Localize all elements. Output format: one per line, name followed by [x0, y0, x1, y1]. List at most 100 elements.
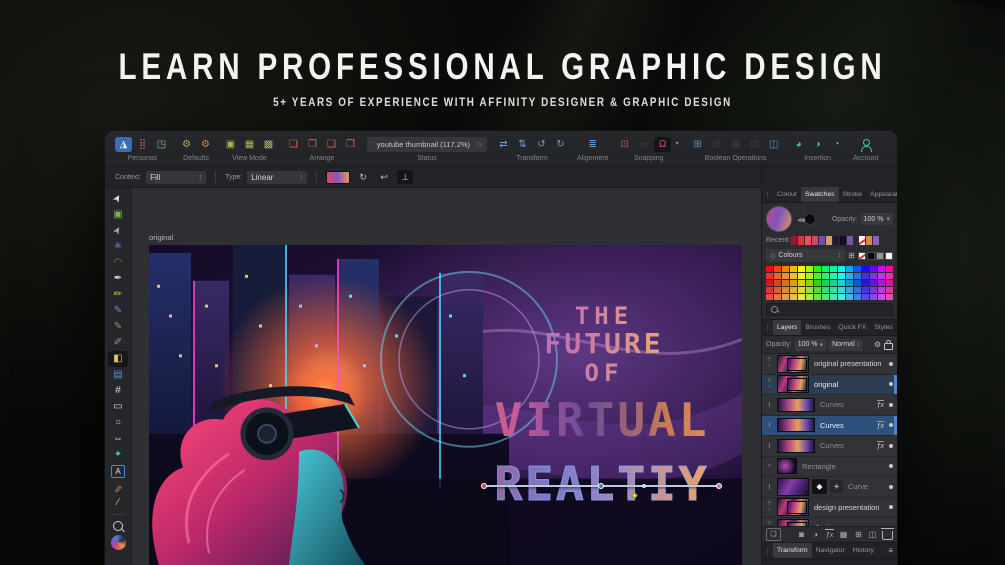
- boolean-intersect-icon[interactable]: ⊠: [727, 137, 744, 152]
- palette-swatch[interactable]: [814, 293, 821, 300]
- artboard-heading-text[interactable]: THE FUTURE OF: [479, 303, 729, 387]
- edit-all-layers-icon[interactable]: ❏: [766, 528, 781, 541]
- palette-swatch[interactable]: [854, 293, 861, 300]
- expander-icon[interactable]: ›: [769, 384, 771, 390]
- recent-swatch[interactable]: [812, 236, 819, 245]
- layer-drag-handle[interactable]: ⠿›: [764, 378, 775, 390]
- layers-tab-styles[interactable]: Styles: [870, 320, 897, 335]
- paint-mixer-brush-tool[interactable]: ✐: [108, 335, 128, 351]
- flip-vertical-icon[interactable]: ⇅: [514, 137, 531, 152]
- palette-swatch[interactable]: [766, 286, 773, 293]
- insert-behind-icon[interactable]: ◕: [790, 137, 807, 152]
- reverse-gradient-icon[interactable]: ↩: [376, 170, 392, 184]
- bottom-menu-icon[interactable]: ≡: [884, 543, 897, 558]
- gradient-type-dropdown[interactable]: Linear ↕: [247, 170, 308, 184]
- text-tool[interactable]: A: [108, 463, 128, 479]
- gradient-stop-tick[interactable]: [642, 483, 646, 488]
- corner-tool[interactable]: ◠: [108, 255, 128, 271]
- layer-drag-handle[interactable]: ⠿›: [764, 358, 775, 370]
- gradient-mid-handle[interactable]: [598, 482, 604, 489]
- palette-swatch[interactable]: [854, 286, 861, 293]
- artboard[interactable]: THE FUTURE OF VIRTUAL REALTIY: [149, 245, 742, 565]
- palette-swatch[interactable]: [790, 286, 797, 293]
- palette-swatch[interactable]: [814, 286, 821, 293]
- recent-swatch[interactable]: [866, 236, 873, 245]
- export-persona-icon[interactable]: ◳: [153, 137, 170, 152]
- palette-swatch[interactable]: [806, 293, 813, 300]
- palette-swatch[interactable]: [806, 279, 813, 286]
- swatches-tab-swatches[interactable]: Swatches: [801, 187, 839, 202]
- measure-tool[interactable]: ∕: [108, 495, 128, 511]
- layer-row-original[interactable]: ⠿ › original: [762, 374, 897, 395]
- move-tool[interactable]: ➤: [108, 191, 128, 207]
- palette-swatch[interactable]: [878, 293, 885, 300]
- move-to-front-icon[interactable]: ❏: [285, 137, 302, 152]
- layer-visibility-dot[interactable]: [889, 382, 893, 387]
- swatch-none[interactable]: [859, 236, 866, 245]
- layer-row-curves[interactable]: ≀ Curves ƒx: [762, 395, 897, 416]
- mask-layer-icon[interactable]: ◙: [797, 529, 806, 540]
- boolean-add-icon[interactable]: ⊞: [689, 137, 706, 152]
- pixel-persona-icon[interactable]: ⣿: [134, 137, 151, 152]
- palette-swatch[interactable]: [774, 279, 781, 286]
- recent-swatch[interactable]: [791, 236, 798, 245]
- layer-visibility-dot[interactable]: [889, 423, 893, 428]
- chevron-down-icon[interactable]: ▾: [673, 137, 681, 152]
- layers-tab-layers[interactable]: Layers: [773, 320, 802, 335]
- palette-swatch[interactable]: [798, 279, 805, 286]
- palette-swatch[interactable]: [806, 286, 813, 293]
- recent-swatch[interactable]: [873, 236, 880, 245]
- swatches-tab-colour[interactable]: Colour: [773, 187, 801, 202]
- delete-layer-icon[interactable]: [881, 528, 894, 540]
- palette-swatch[interactable]: [798, 286, 805, 293]
- palette-swatch[interactable]: [870, 265, 877, 272]
- palette-swatch[interactable]: [846, 265, 853, 272]
- layer-drag-handle[interactable]: ⠿›: [764, 501, 775, 513]
- layer-visibility-dot[interactable]: [889, 443, 893, 448]
- rotate-gradient-icon[interactable]: ↻: [355, 170, 371, 184]
- palette-swatch[interactable]: [806, 272, 813, 279]
- recent-swatch[interactable]: [819, 236, 826, 245]
- layer-visibility-dot[interactable]: [889, 464, 893, 469]
- recent-swatch[interactable]: [798, 236, 805, 245]
- palette-swatch[interactable]: [854, 279, 861, 286]
- palette-swatch[interactable]: [846, 272, 853, 279]
- palette-swatch[interactable]: [798, 265, 805, 272]
- pixel-view-icon[interactable]: ▦: [241, 137, 258, 152]
- palette-swatch[interactable]: [878, 279, 885, 286]
- add-layer-icon[interactable]: ⊞: [854, 529, 863, 540]
- shape-tool[interactable]: ✦: [108, 447, 128, 463]
- rotate-anticlockwise-icon[interactable]: ↺: [533, 137, 550, 152]
- palette-swatch[interactable]: [878, 286, 885, 293]
- palette-swatch[interactable]: [878, 272, 885, 279]
- preset-favourite-icon[interactable]: ☆: [476, 140, 483, 149]
- layer-row-curves[interactable]: ≀ Curves ƒx: [762, 415, 897, 436]
- layer-drag-handle[interactable]: ▫: [764, 462, 775, 470]
- palette-swatch[interactable]: [854, 272, 861, 279]
- artboard-tool[interactable]: ▣: [108, 207, 128, 223]
- snapping-presets-icon[interactable]: ⊡: [616, 137, 633, 152]
- crop-tool[interactable]: #: [108, 383, 128, 399]
- palette-swatch[interactable]: [774, 272, 781, 279]
- layer-fx-badge[interactable]: ƒx: [876, 420, 884, 430]
- context-dropdown[interactable]: Fill ↕: [146, 170, 207, 184]
- palette-swatch[interactable]: [766, 279, 773, 286]
- maintain-aspect-icon[interactable]: ⊥: [397, 170, 414, 184]
- status-preset-dropdown[interactable]: youtube thumbnail (117.2%) ☆: [367, 137, 487, 152]
- palette-swatch[interactable]: [822, 272, 829, 279]
- palette-swatch[interactable]: [862, 265, 869, 272]
- layer-row-design-presentation[interactable]: ⠿ › design presentation: [762, 497, 897, 518]
- insert-on-top-icon[interactable]: ◑: [809, 137, 826, 152]
- palette-swatch[interactable]: [870, 279, 877, 286]
- palette-swatch[interactable]: [830, 272, 837, 279]
- layer-visibility-dot[interactable]: [889, 505, 893, 510]
- layer-row-rectangle[interactable]: ▫ Rectangle: [762, 456, 897, 477]
- palette-swatch[interactable]: [886, 293, 893, 300]
- palette-swatch[interactable]: [798, 272, 805, 279]
- insert-inside-icon[interactable]: ◔: [828, 137, 845, 152]
- ellipse-tool[interactable]: ○: [108, 415, 128, 431]
- expander-icon[interactable]: ›: [769, 363, 771, 369]
- canvas[interactable]: original THE FUTURE OF VIRTUAL REALTIY: [132, 188, 761, 565]
- basic-swatch[interactable]: [867, 251, 875, 260]
- layer-row-curve[interactable]: ≀ ◆ ☀ Curve: [762, 477, 897, 498]
